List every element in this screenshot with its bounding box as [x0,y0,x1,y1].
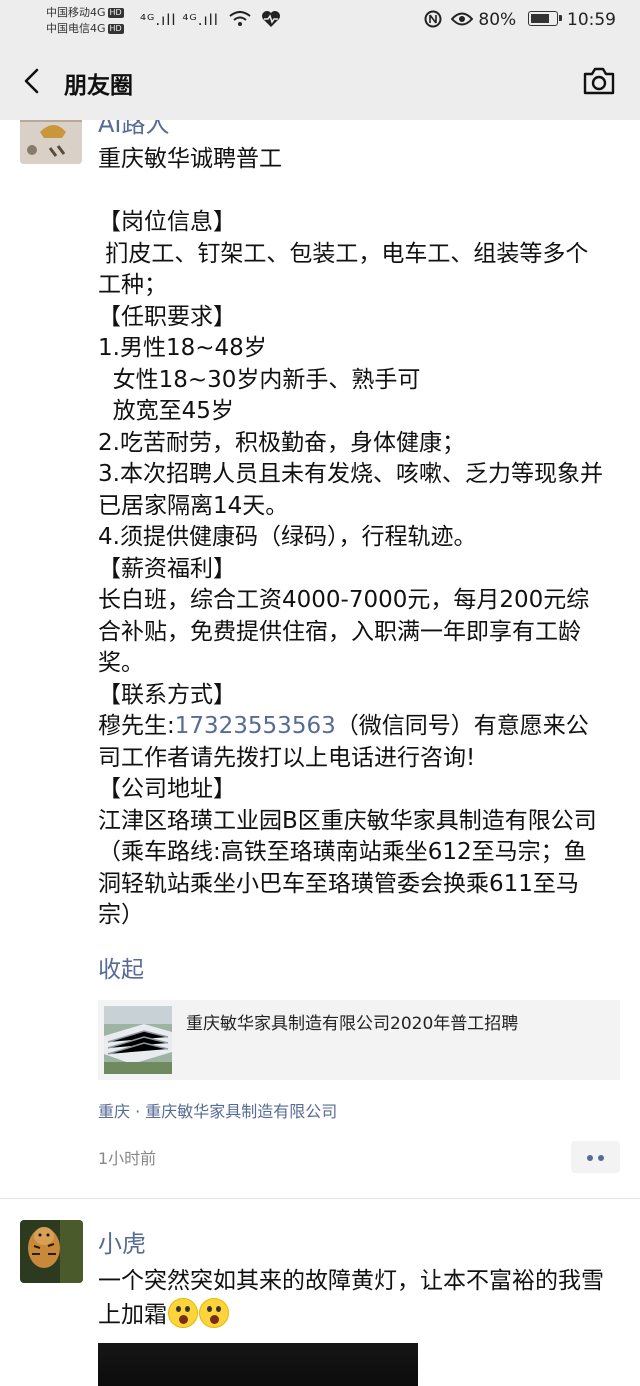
moment-post: 小虎 一个突然突如其来的故障黄灯，让本不富裕的我雪上加霜 [0,1199,640,1386]
post-text-body: 重庆敏华诚聘普工 【岗位信息】 扪皮工、钉架工、包装工，电车工、组装等多个工种；… [98,146,603,739]
more-options-button[interactable] [571,1141,620,1173]
dot-icon [598,1155,604,1161]
link-card[interactable]: 重庆敏华家具制造有限公司2020年普工招聘 [98,1000,620,1080]
carrier-2: 中国电信4G [46,22,106,35]
moment-post: AI路人 重庆敏华诚聘普工 【岗位信息】 扪皮工、钉架工、包装工，电车工、组装等… [0,120,640,1198]
post-text-tail: （微信同号）有意愿来公司工作者请先拨打以上电话进行咨询! 【公司地址】 江津区珞… [98,713,597,928]
post-time: 1小时前 [98,1149,157,1168]
signal-text: ⁴ᴳ.ıll ⁴ᴳ.ıll [140,11,219,29]
signal-icon: ⁴ᴳ.ıll ⁴ᴳ.ıll [140,10,281,29]
moments-feed[interactable]: AI路人 重庆敏华诚聘普工 【岗位信息】 扪皮工、钉架工、包装工，电车工、组装等… [0,120,640,1386]
carrier-1: 中国移动4G [46,6,106,19]
link-thumbnail [104,1006,172,1074]
hd-badge: HD [107,24,124,34]
wifi-icon [229,11,251,26]
clock: 10:59 [567,10,616,30]
chevron-left-icon[interactable] [20,68,46,94]
location-link[interactable]: 重庆 · 重庆敏华家具制造有限公司 [98,1098,337,1122]
author-name[interactable]: AI路人 [98,120,170,139]
dot-icon [587,1155,593,1161]
avatar[interactable] [20,120,82,164]
eye-icon [450,12,474,26]
status-right: 80% 10:59 [424,10,616,30]
nav-bar: 朋友圈 [0,44,640,120]
nfc-icon [424,10,442,28]
page-title: 朋友圈 [64,73,133,99]
battery-fill [530,14,549,23]
collapse-button[interactable]: 收起 [98,950,144,984]
post-text: 一个突然突如其来的故障黄灯，让本不富裕的我雪上加霜 [98,1266,608,1331]
link-title: 重庆敏华家具制造有限公司2020年普工招聘 [186,1014,519,1034]
phone-link[interactable]: 17323553563 [175,713,336,739]
status-bar: 中国移动4G HD 中国电信4G HD ⁴ᴳ.ıll ⁴ᴳ.ıll 80% 10:5… [0,0,640,44]
carrier-info: 中国移动4G HD 中国电信4G HD [46,5,124,37]
scream-emoji-icon [199,1297,229,1328]
video-thumbnail[interactable] [98,1343,418,1386]
heart-monitor-icon [261,11,280,27]
camera-icon[interactable] [582,64,616,98]
battery-percent: 80% [478,10,517,30]
avatar[interactable] [20,1220,83,1283]
battery-icon [527,11,562,26]
author-name[interactable]: 小虎 [98,1224,146,1259]
post-text: 重庆敏华诚聘普工 【岗位信息】 扪皮工、钉架工、包装工，电车工、组装等多个工种；… [98,144,608,932]
hd-badge: HD [107,8,124,18]
scream-emoji-icon [168,1297,198,1328]
